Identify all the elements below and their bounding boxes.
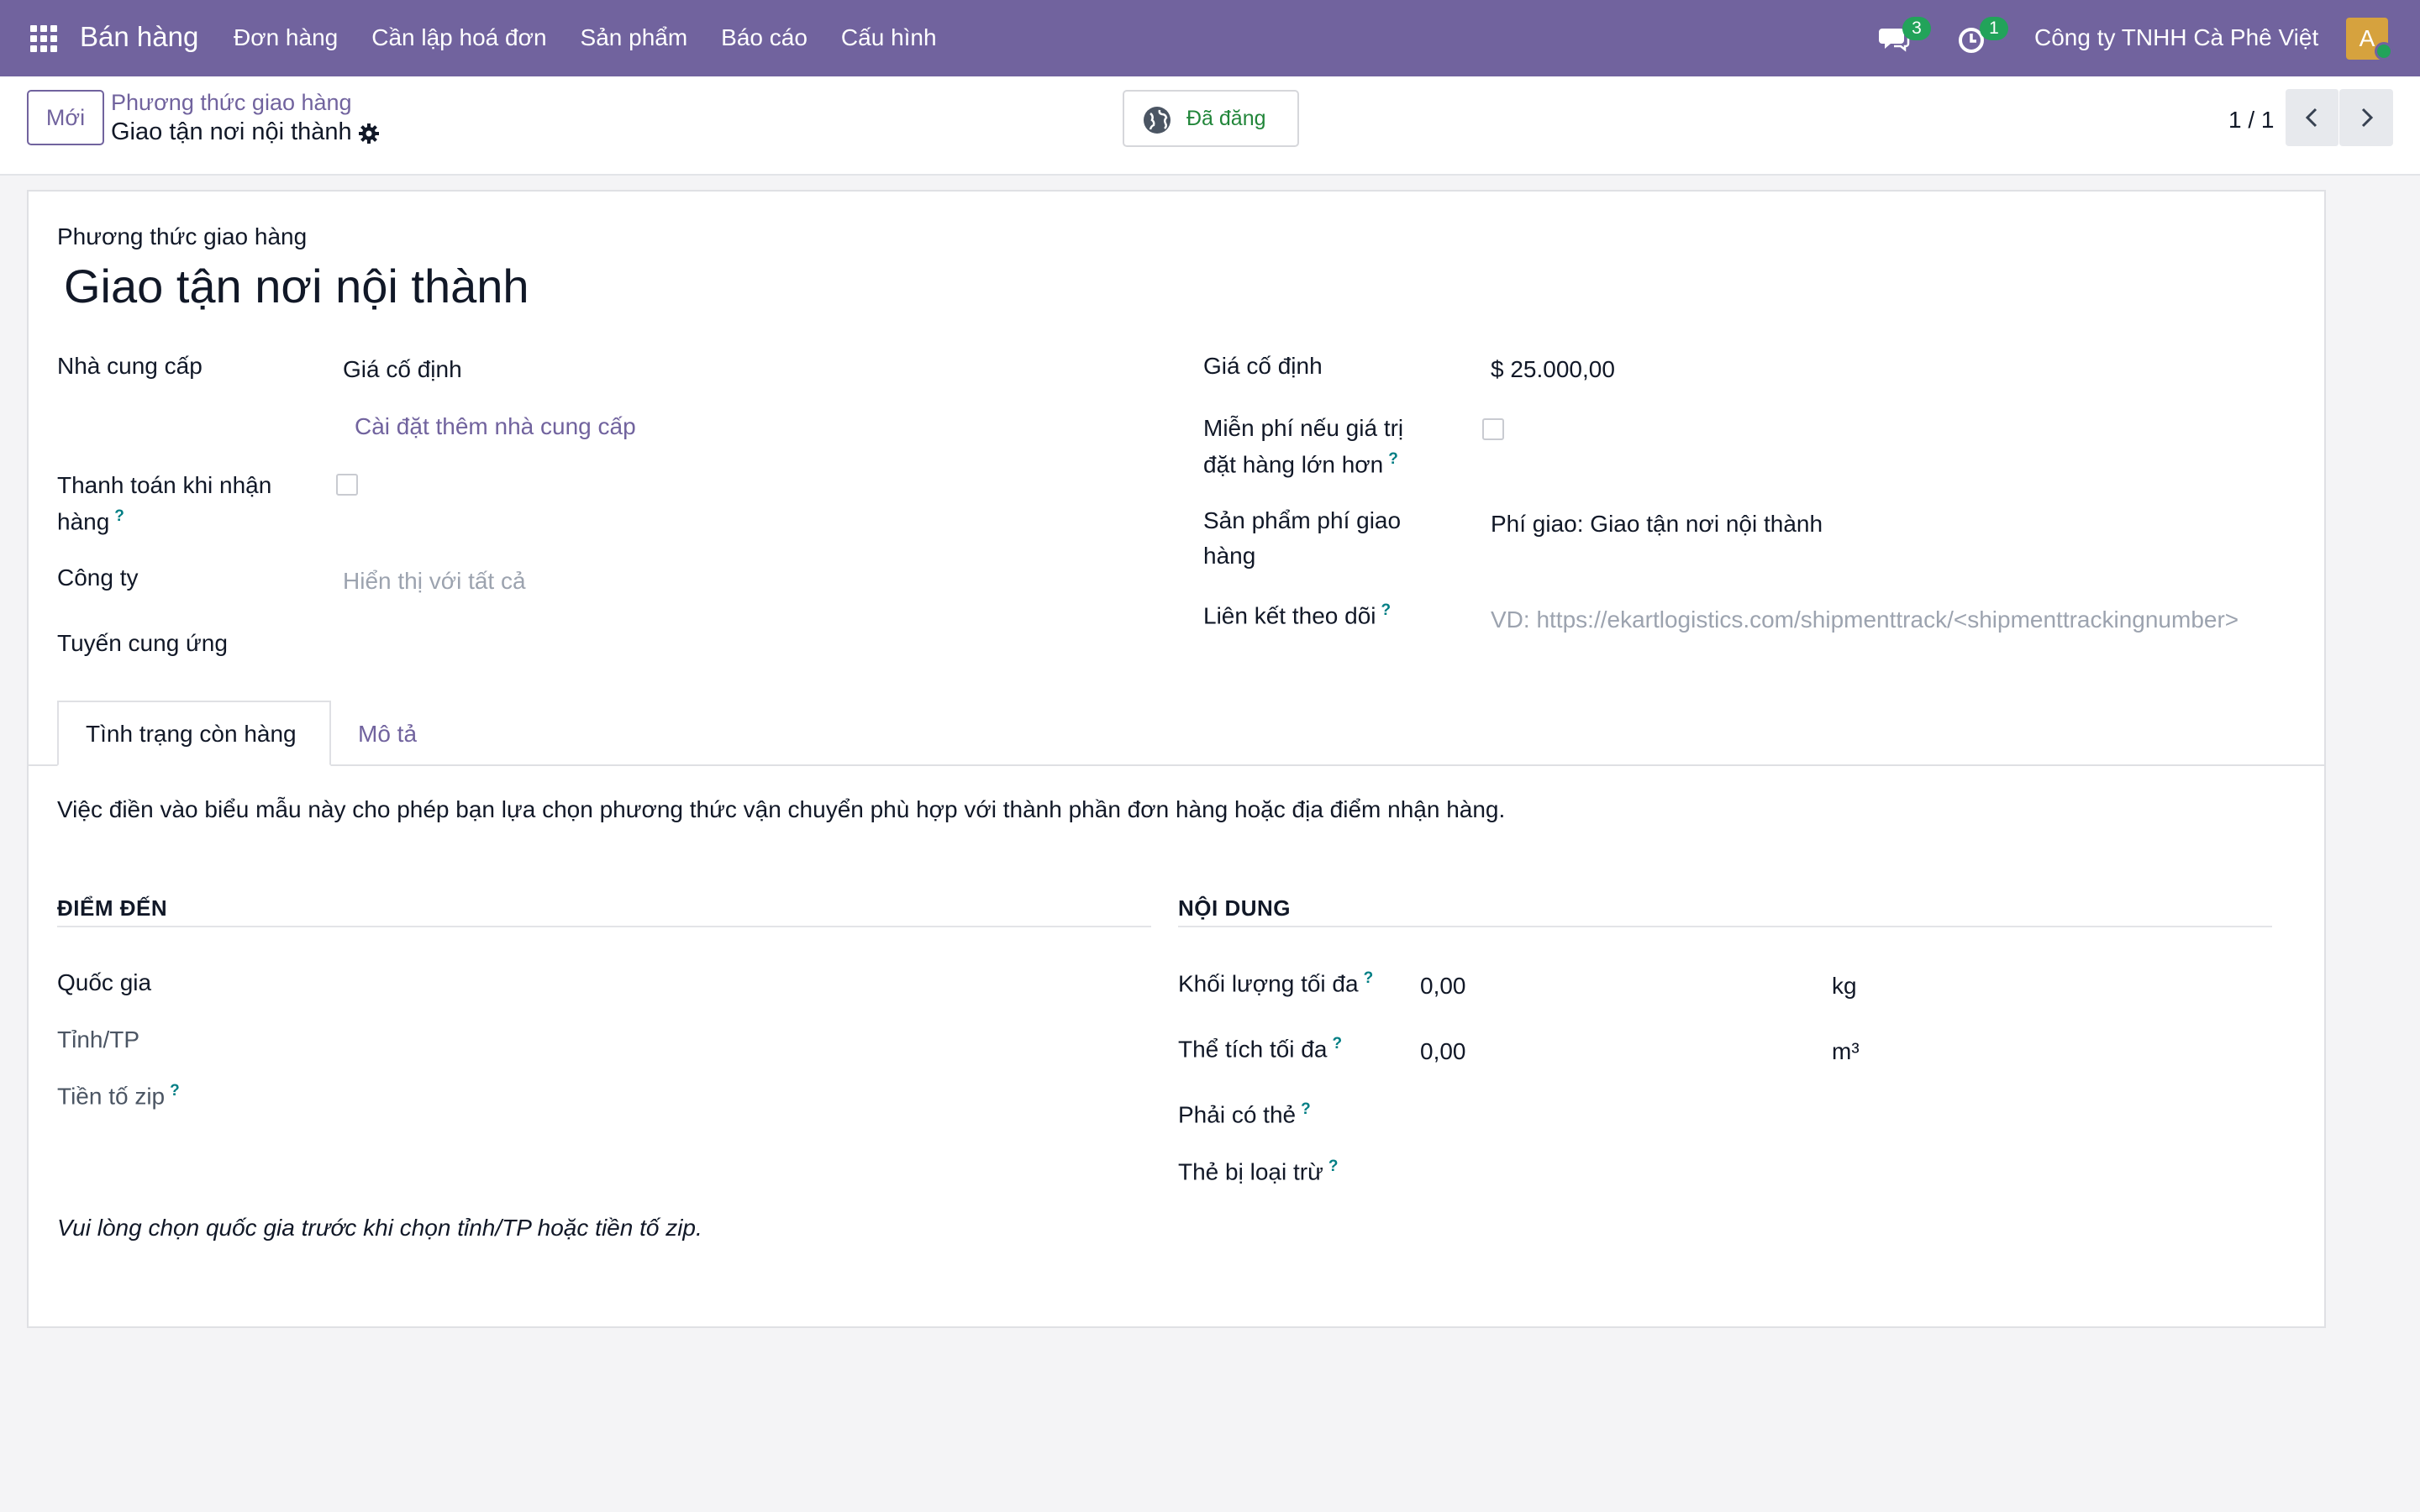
menu-item-reporting[interactable]: Báo cáo <box>721 24 808 51</box>
main-menu: Đơn hàng Cần lập hoá đơn Sản phẩm Báo cá… <box>234 24 971 51</box>
destination-section-rule <box>57 926 1151 927</box>
state-label: Tỉnh/TP <box>57 1026 140 1053</box>
cod-label-line2: hàng <box>57 508 110 535</box>
content-section-rule <box>1178 926 2272 927</box>
help-icon[interactable]: ? <box>114 507 124 525</box>
free-over-checkbox[interactable] <box>1482 418 1504 440</box>
cod-checkbox[interactable] <box>336 474 358 496</box>
max-volume-label-text: Thể tích tối đa <box>1178 1036 1328 1063</box>
tracking-link-label-text: Liên kết theo dõi <box>1203 602 1376 629</box>
published-label: Đã đăng <box>1186 107 1266 130</box>
tab-description[interactable]: Mô tả <box>358 701 417 766</box>
menu-item-orders[interactable]: Đơn hàng <box>234 24 338 51</box>
provider-select[interactable]: Giá cố định <box>343 356 462 383</box>
new-button[interactable]: Mới <box>27 90 104 145</box>
globe-icon <box>1144 107 1171 134</box>
tab-availability[interactable]: Tình trạng còn hàng <box>57 701 331 766</box>
fixed-price-field[interactable]: $ 25.000,00 <box>1491 356 1615 383</box>
company-label: Công ty <box>57 564 139 591</box>
fixed-price-label: Giá cố định <box>1203 353 1323 379</box>
excluded-tags-label: Thẻ bị loại trừ? <box>1178 1158 1338 1185</box>
content-section-title: NỘI DUNG <box>1178 895 1291 921</box>
online-status-dot <box>2375 42 2393 60</box>
cod-label: hàng? <box>57 507 124 535</box>
must-have-tags-label: Phải có thẻ? <box>1178 1100 1311 1128</box>
install-more-providers-link[interactable]: Cài đặt thêm nhà cung cấp <box>355 413 636 440</box>
must-have-tags-label-text: Phải có thẻ <box>1178 1101 1297 1128</box>
max-weight-label: Khối lượng tối đa? <box>1178 969 1373 997</box>
chevron-left-icon <box>2305 108 2317 128</box>
breadcrumb-current: Giao tận nơi nội thành <box>111 118 352 145</box>
company-field[interactable]: Hiển thị với tất cả <box>343 568 526 595</box>
app-name[interactable]: Bán hàng <box>80 21 198 53</box>
tracking-link-label: Liên kết theo dõi? <box>1203 601 1391 629</box>
help-icon[interactable]: ? <box>1381 601 1392 619</box>
delivery-product-field[interactable]: Phí giao: Giao tận nơi nội thành <box>1491 511 1823 538</box>
published-toggle-button[interactable]: Đã đăng <box>1123 90 1299 147</box>
messages-count-badge: 3 <box>1902 17 1931 40</box>
chevron-right-icon <box>2361 108 2374 128</box>
app-grid-icon[interactable] <box>30 25 57 52</box>
route-label: Tuyến cung ứng <box>57 630 228 656</box>
help-icon[interactable]: ? <box>1328 1158 1339 1175</box>
max-volume-field[interactable]: 0,00 <box>1420 1038 1466 1065</box>
provider-label: Nhà cung cấp <box>57 353 203 379</box>
help-icon[interactable]: ? <box>1301 1100 1311 1118</box>
control-panel: Mới Phương thức giao hàng Giao tận nơi n… <box>0 76 2420 176</box>
activities-count-badge: 1 <box>1980 17 2008 40</box>
destination-section-title: ĐIỂM ĐẾN <box>57 895 168 921</box>
tracking-link-input[interactable]: VD: https://ekartlogistics.com/shipmentt… <box>1491 606 2238 633</box>
max-volume-label: Thể tích tối đa? <box>1178 1035 1342 1063</box>
delivery-product-label-line2: hàng <box>1203 543 1256 569</box>
cod-label-line1: Thanh toán khi nhận <box>57 472 272 498</box>
form-sheet: Phương thức giao hàng Giao tận nơi nội t… <box>27 190 2326 1328</box>
help-icon[interactable]: ? <box>170 1082 180 1100</box>
free-over-label-line1: Miễn phí nếu giá trị <box>1203 415 1404 441</box>
volume-unit: m³ <box>1832 1038 1860 1064</box>
pager-previous-button[interactable] <box>2286 89 2339 146</box>
availability-intro: Việc điền vào biểu mẫu này cho phép bạn … <box>57 796 1506 822</box>
weight-unit: kg <box>1832 973 1857 999</box>
record-name-field[interactable]: Giao tận nơi nội thành <box>64 259 529 313</box>
model-label: Phương thức giao hàng <box>57 223 308 249</box>
help-icon[interactable]: ? <box>1332 1035 1342 1053</box>
country-label: Quốc gia <box>57 969 152 995</box>
zip-prefix-label-text: Tiền tố zip <box>57 1083 166 1110</box>
delivery-product-label-line1: Sản phẩm phí giao <box>1203 507 1402 533</box>
breadcrumb-parent[interactable]: Phương thức giao hàng <box>111 90 352 116</box>
free-over-label: đặt hàng lớn hơn? <box>1203 450 1398 478</box>
zip-prefix-label: Tiền tố zip? <box>57 1082 180 1110</box>
country-first-note: Vui lòng chọn quốc gia trước khi chọn tỉ… <box>57 1215 702 1241</box>
excluded-tags-label-text: Thẻ bị loại trừ <box>1178 1158 1323 1185</box>
top-navbar: Bán hàng Đơn hàng Cần lập hoá đơn Sản ph… <box>0 0 2420 76</box>
max-weight-label-text: Khối lượng tối đa <box>1178 970 1359 997</box>
gear-icon[interactable] <box>358 123 380 144</box>
menu-item-to-invoice[interactable]: Cần lập hoá đơn <box>371 24 546 51</box>
help-icon[interactable]: ? <box>1388 450 1398 468</box>
max-weight-field[interactable]: 0,00 <box>1420 973 1466 1000</box>
free-over-label-line2: đặt hàng lớn hơn <box>1203 451 1384 478</box>
pager-value[interactable]: 1 / 1 <box>2228 107 2274 134</box>
menu-item-configuration[interactable]: Cấu hình <box>841 24 937 51</box>
menu-item-products[interactable]: Sản phẩm <box>581 24 688 51</box>
pager-next-button[interactable] <box>2339 89 2393 146</box>
company-switcher[interactable]: Công ty TNHH Cà Phê Việt <box>2034 24 2318 51</box>
help-icon[interactable]: ? <box>1364 969 1374 987</box>
